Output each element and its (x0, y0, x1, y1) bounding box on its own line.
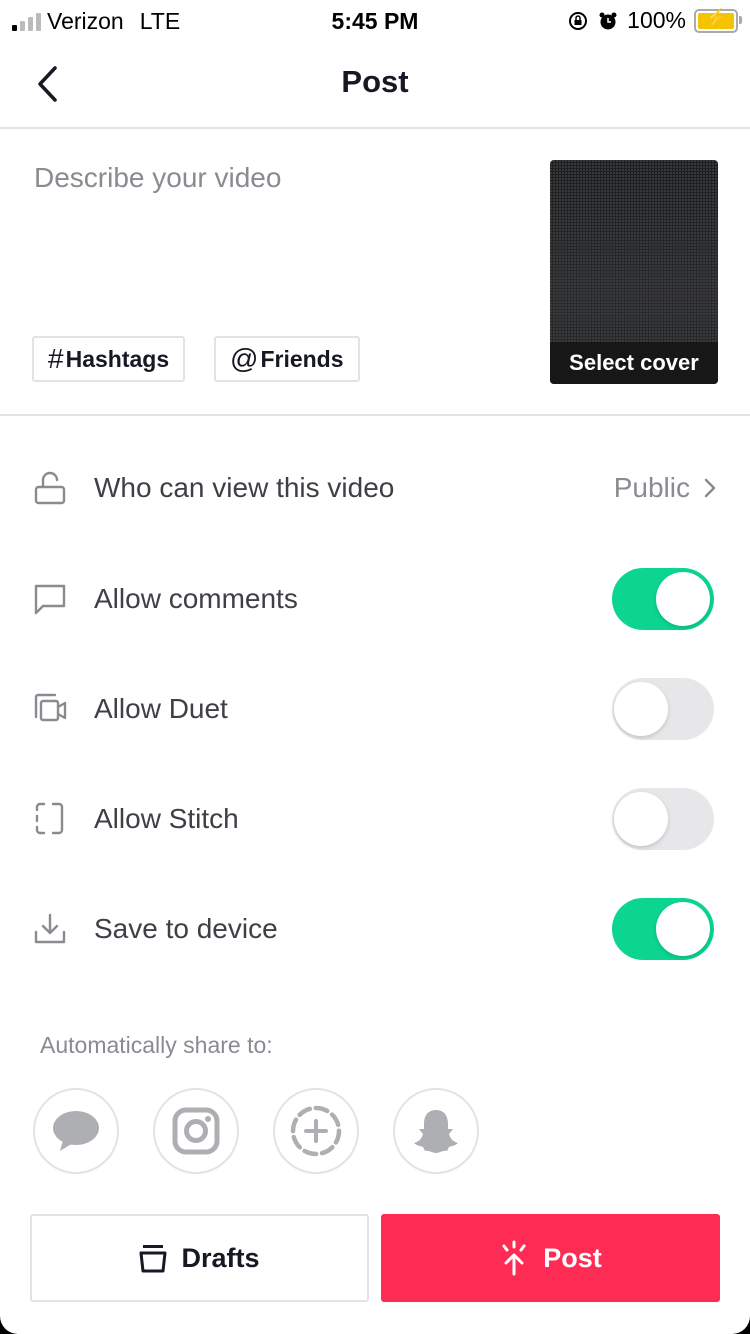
save-to-device-row: Save to device (0, 898, 750, 960)
privacy-value: Public (613, 472, 690, 503)
allow-stitch-label: Allow Stitch (94, 803, 239, 834)
messages-icon (53, 1111, 99, 1151)
nav-bar: Post (0, 40, 750, 129)
share-instagram-button[interactable] (153, 1088, 239, 1174)
allow-comments-row: Allow comments (0, 568, 750, 630)
chevron-right-icon (704, 478, 716, 498)
page-title: Post (341, 64, 409, 99)
allow-stitch-row: Allow Stitch (0, 788, 750, 850)
allow-comments-label: Allow comments (94, 583, 298, 614)
story-add-icon (290, 1105, 342, 1157)
post-screen: Verizon LTE 5:45 PM 100% ⚡ Post Describe… (0, 0, 750, 1334)
alarm-icon (599, 12, 617, 29)
allow-stitch-toggle[interactable] (612, 788, 714, 850)
battery-percent: 100% (627, 7, 686, 33)
share-label: Automatically share to: (40, 1032, 273, 1058)
status-bar: Verizon LTE 5:45 PM 100% ⚡ (0, 0, 750, 40)
orientation-lock-icon (569, 11, 588, 30)
allow-comments-toggle[interactable] (612, 568, 714, 630)
share-snapchat-button[interactable] (393, 1088, 479, 1174)
status-right: 100% ⚡ (567, 7, 742, 34)
cover-thumbnail[interactable]: Select cover (550, 160, 718, 384)
drafts-button[interactable]: Drafts (30, 1214, 369, 1302)
save-to-device-label: Save to device (94, 913, 278, 944)
share-messages-button[interactable] (33, 1088, 119, 1174)
hashtags-button[interactable]: # Hashtags (32, 336, 186, 382)
drafts-label: Drafts (181, 1242, 260, 1273)
snapchat-icon (414, 1110, 458, 1153)
mention-icon: @ (230, 343, 259, 374)
post-button[interactable]: Post (381, 1214, 720, 1302)
allow-duet-row: Allow Duet (0, 678, 750, 740)
friends-button[interactable]: @ Friends (214, 336, 360, 382)
save-to-device-toggle[interactable] (612, 898, 714, 960)
hashtags-label: Hashtags (65, 345, 170, 372)
privacy-row[interactable]: Who can view this video Public (0, 458, 750, 518)
share-story-button[interactable] (273, 1088, 359, 1174)
stitch-icon (35, 802, 64, 835)
post-upload-icon (502, 1240, 526, 1276)
hashtag-icon: # (48, 343, 64, 374)
post-label: Post (543, 1242, 602, 1273)
comment-icon (34, 584, 66, 615)
download-icon (34, 913, 66, 944)
instagram-icon (172, 1107, 220, 1155)
compose-section: Describe your video # Hashtags @ Friends… (0, 129, 750, 416)
friends-label: Friends (260, 345, 344, 372)
duet-icon (34, 693, 67, 722)
allow-duet-toggle[interactable] (612, 678, 714, 740)
select-cover-label: Select cover (550, 342, 718, 384)
lock-open-icon (34, 471, 66, 505)
allow-duet-label: Allow Duet (94, 693, 228, 724)
description-input[interactable]: Describe your video (34, 162, 281, 194)
battery-charging-icon: ⚡ (694, 8, 742, 33)
privacy-label: Who can view this video (94, 472, 395, 503)
drafts-icon (139, 1245, 167, 1273)
